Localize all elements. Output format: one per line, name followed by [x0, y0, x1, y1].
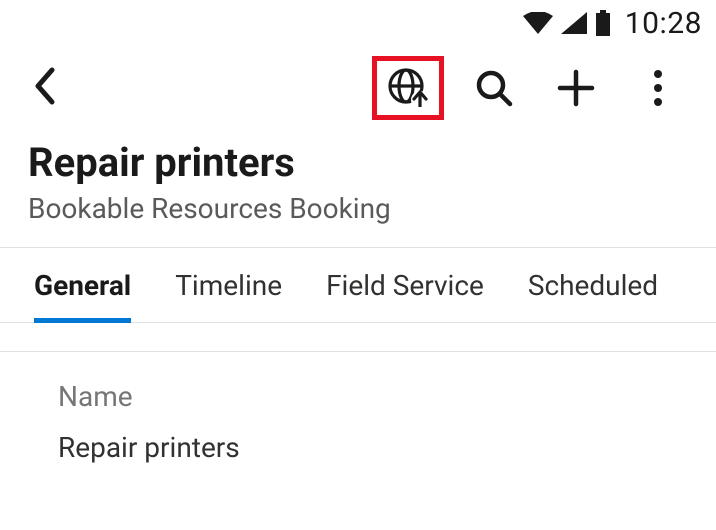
more-button[interactable]	[626, 56, 690, 120]
tab-scheduled[interactable]: Scheduled	[528, 245, 658, 322]
field-name-label: Name	[58, 380, 658, 413]
more-vertical-icon	[653, 68, 663, 108]
status-time: 10:28	[625, 6, 702, 41]
form-area: Name Repair printers	[0, 351, 716, 464]
page-subtitle: Bookable Resources Booking	[28, 192, 688, 225]
globe-upload-icon	[387, 67, 429, 109]
title-block: Repair printers Bookable Resources Booki…	[0, 130, 716, 247]
add-icon	[556, 68, 596, 108]
page-title: Repair printers	[28, 140, 688, 186]
tab-timeline[interactable]: Timeline	[175, 245, 282, 322]
search-icon	[474, 68, 514, 108]
back-icon	[32, 66, 58, 106]
battery-icon	[595, 10, 611, 36]
globe-upload-button[interactable]	[372, 56, 444, 120]
cell-signal-icon	[561, 12, 587, 34]
tab-general[interactable]: General	[34, 245, 131, 322]
tabs: General Timeline Field Service Scheduled	[0, 247, 716, 323]
status-bar: 10:28	[0, 0, 716, 46]
search-button[interactable]	[462, 56, 526, 120]
wifi-icon	[523, 12, 553, 34]
add-button[interactable]	[544, 56, 608, 120]
field-name-value[interactable]: Repair printers	[58, 431, 658, 464]
back-button[interactable]	[32, 66, 58, 110]
app-bar	[0, 46, 716, 130]
tab-field-service[interactable]: Field Service	[326, 245, 484, 322]
